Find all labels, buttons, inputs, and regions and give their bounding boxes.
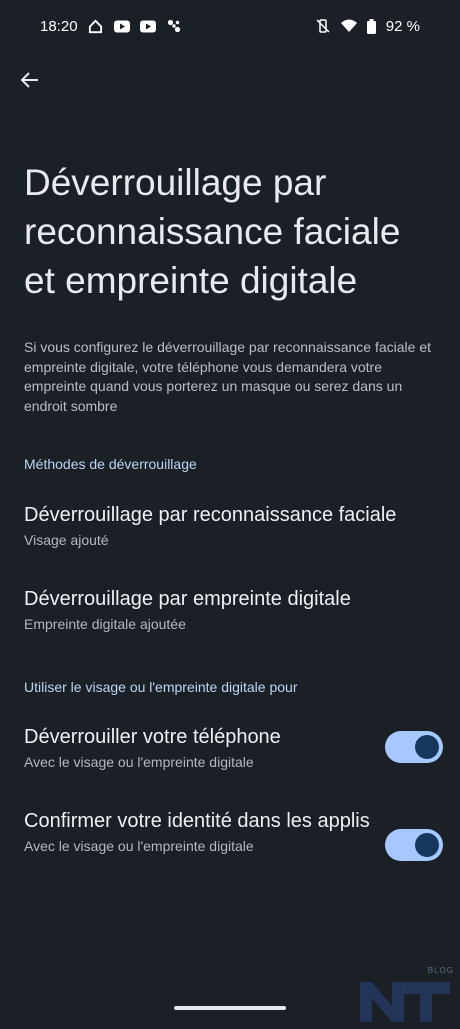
youtube-icon: [139, 18, 156, 34]
status-left: 18:20: [40, 18, 182, 35]
section-header-use-for: Utiliser le visage ou l'empreinte digita…: [24, 679, 298, 695]
confirm-identity-item[interactable]: Confirmer votre identité dans les applis…: [0, 808, 370, 855]
fan-icon: [166, 18, 182, 34]
toggle-thumb: [415, 833, 439, 857]
unlock-phone-toggle[interactable]: [385, 731, 443, 763]
confirm-identity-toggle[interactable]: [385, 829, 443, 861]
watermark-logo: BLOG: [358, 964, 458, 1024]
status-bar: 18:20 92 %: [0, 0, 460, 52]
item-subtitle: Avec le visage ou l'empreinte digitale: [24, 838, 254, 854]
item-title: Déverrouillage par empreinte digitale: [24, 588, 351, 610]
battery-level: 92 %: [385, 17, 420, 35]
item-subtitle: Empreinte digitale ajoutée: [24, 616, 186, 632]
item-subtitle: Visage ajouté: [24, 532, 109, 548]
arrow-left-icon: [20, 70, 40, 90]
watermark-text: BLOG: [427, 966, 454, 975]
vibrate-off-icon: [315, 18, 331, 34]
fingerprint-unlock-item[interactable]: Déverrouillage par empreinte digitale Em…: [0, 586, 460, 633]
item-title: Confirmer votre identité dans les applis: [24, 810, 370, 832]
wifi-icon: [340, 18, 357, 34]
section-header-unlock-methods: Méthodes de déverrouillage: [24, 456, 197, 472]
back-button[interactable]: [12, 62, 48, 98]
item-title: Déverrouiller votre téléphone: [24, 726, 281, 748]
item-subtitle: Avec le visage ou l'empreinte digitale: [24, 754, 254, 770]
status-time: 18:20: [40, 17, 78, 35]
battery-icon: [366, 18, 376, 34]
unlock-phone-item[interactable]: Déverrouiller votre téléphone Avec le vi…: [0, 724, 370, 771]
youtube-icon: [113, 18, 130, 34]
face-unlock-item[interactable]: Déverrouillage par reconnaissance facial…: [0, 502, 460, 549]
toggle-thumb: [415, 735, 439, 759]
home-icon: [88, 18, 104, 34]
page-title: Déverrouillage par reconnaissance facial…: [24, 162, 401, 301]
status-right: 92 %: [315, 18, 420, 35]
page-description: Si vous configurez le déverrouillage par…: [24, 339, 432, 414]
item-title: Déverrouillage par reconnaissance facial…: [24, 504, 397, 526]
home-indicator[interactable]: [174, 1006, 286, 1010]
